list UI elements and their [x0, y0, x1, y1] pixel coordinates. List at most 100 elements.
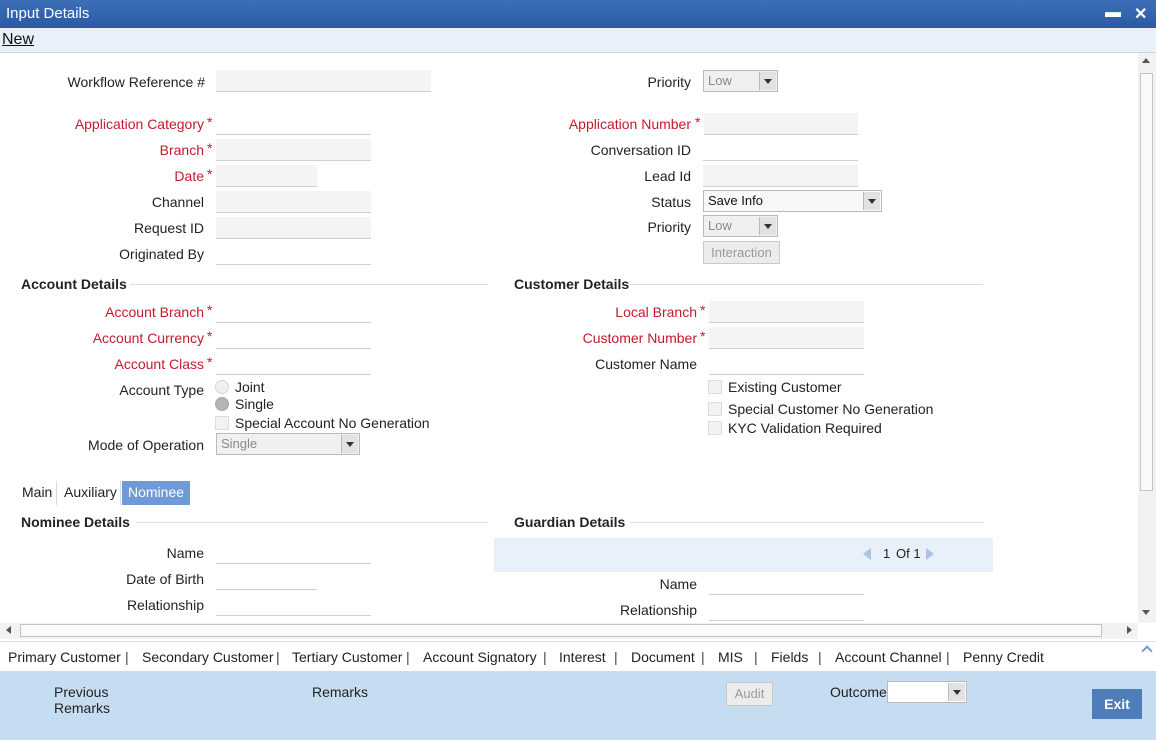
- request-id-input[interactable]: [216, 217, 371, 239]
- lead-id-input[interactable]: [703, 165, 858, 187]
- guardian-name-input[interactable]: [709, 573, 864, 595]
- link-separator: |: [543, 649, 547, 665]
- joint-radio[interactable]: [215, 380, 229, 394]
- workflow-ref-input[interactable]: [216, 70, 431, 92]
- kyc-checkbox[interactable]: [708, 421, 722, 435]
- conversation-id-input[interactable]: [703, 139, 858, 161]
- nominee-dob-input[interactable]: [216, 568, 317, 590]
- vertical-scroll-thumb[interactable]: [1140, 73, 1153, 491]
- remarks-label[interactable]: Remarks: [312, 684, 368, 700]
- required-mark: *: [207, 166, 213, 182]
- previous-remarks-label[interactable]: Previous Remarks: [54, 684, 110, 716]
- branch-label: Branch: [159, 142, 204, 158]
- app-category-label: Application Category: [74, 116, 204, 132]
- single-radio[interactable]: [215, 397, 229, 411]
- mis-link[interactable]: MIS: [718, 649, 743, 665]
- close-icon[interactable]: ✕: [1134, 4, 1147, 24]
- vertical-scrollbar[interactable]: [1138, 53, 1156, 623]
- scroll-up-icon[interactable]: [1142, 58, 1150, 63]
- status-label: Status: [651, 194, 691, 210]
- account-signatory-link[interactable]: Account Signatory: [423, 649, 537, 665]
- nominee-relationship-label: Relationship: [126, 597, 204, 613]
- scroll-down-icon[interactable]: [1142, 610, 1150, 615]
- account-branch-label: Account Branch: [105, 304, 204, 320]
- exit-button[interactable]: Exit: [1092, 689, 1142, 719]
- special-customer-checkbox[interactable]: [708, 402, 722, 416]
- pager-current: 1: [883, 546, 891, 561]
- primary-customer-link[interactable]: Primary Customer: [8, 649, 121, 665]
- customer-name-label: Customer Name: [595, 356, 697, 372]
- date-input[interactable]: [216, 165, 317, 187]
- document-link[interactable]: Document: [631, 649, 695, 665]
- minimize-icon[interactable]: ▬: [1105, 4, 1121, 22]
- guardian-name-label: Name: [659, 576, 697, 592]
- app-category-input[interactable]: [216, 113, 371, 135]
- existing-customer-label: Existing Customer: [728, 379, 842, 395]
- mode-of-operation-select[interactable]: Single: [216, 433, 360, 455]
- account-class-input[interactable]: [216, 353, 371, 375]
- chevron-down-icon: [863, 192, 880, 210]
- penny-credit-link[interactable]: Penny Credit: [963, 649, 1044, 665]
- account-channel-link[interactable]: Account Channel: [835, 649, 942, 665]
- mode-of-operation-value: Single: [221, 436, 258, 451]
- tab-nominee[interactable]: Nominee: [122, 481, 191, 505]
- nominee-name-input[interactable]: [216, 542, 371, 564]
- guardian-relationship-input[interactable]: [709, 599, 864, 621]
- outcome-label: Outcome: [830, 684, 887, 700]
- audit-button[interactable]: Audit: [726, 682, 773, 706]
- tab-auxiliary[interactable]: Auxiliary: [58, 481, 123, 505]
- main-content: Workflow Reference # Priority Low Applic…: [0, 53, 1138, 623]
- scroll-right-icon[interactable]: [1127, 626, 1132, 634]
- local-branch-label: Local Branch: [615, 304, 697, 320]
- next-page-icon[interactable]: [926, 548, 934, 560]
- app-number-label: Application Number: [568, 116, 691, 132]
- status-value: Save Info: [708, 193, 763, 208]
- nominee-details-title: Nominee Details: [21, 514, 130, 530]
- priority-value: Low: [708, 73, 732, 88]
- account-class-label: Account Class: [114, 356, 204, 372]
- kyc-label: KYC Validation Required: [728, 420, 882, 436]
- account-type-label: Account Type: [119, 382, 204, 398]
- required-mark: *: [207, 114, 213, 130]
- required-mark: *: [207, 328, 213, 344]
- channel-input[interactable]: [216, 191, 371, 213]
- interaction-button[interactable]: Interaction: [703, 241, 780, 264]
- chevron-down-icon: [341, 435, 358, 453]
- horizontal-scrollbar[interactable]: [0, 623, 1138, 639]
- section-divider: [136, 522, 488, 523]
- previous-page-icon[interactable]: [863, 548, 871, 560]
- workflow-ref-label: Workflow Reference #: [67, 74, 205, 90]
- outcome-select[interactable]: [887, 681, 967, 703]
- secondary-customer-link[interactable]: Secondary Customer: [142, 649, 274, 665]
- originated-by-input[interactable]: [216, 243, 371, 265]
- account-currency-input[interactable]: [216, 327, 371, 349]
- status-select[interactable]: Save Info: [703, 190, 882, 212]
- customer-number-input[interactable]: [709, 327, 864, 349]
- guardian-details-title: Guardian Details: [514, 514, 626, 530]
- tertiary-customer-link[interactable]: Tertiary Customer: [292, 649, 402, 665]
- request-id-label: Request ID: [133, 220, 204, 236]
- local-branch-input[interactable]: [709, 301, 864, 323]
- priority2-select[interactable]: Low: [703, 215, 778, 237]
- account-branch-input[interactable]: [216, 301, 371, 323]
- scroll-left-icon[interactable]: [6, 626, 11, 634]
- new-link[interactable]: New: [2, 31, 34, 49]
- priority2-value: Low: [708, 218, 732, 233]
- special-account-checkbox[interactable]: [215, 416, 229, 430]
- account-currency-label: Account Currency: [92, 330, 204, 346]
- link-separator: |: [701, 649, 705, 665]
- customer-name-input[interactable]: [709, 353, 864, 375]
- existing-customer-checkbox[interactable]: [708, 380, 722, 394]
- fields-link[interactable]: Fields: [771, 649, 808, 665]
- horizontal-scroll-thumb[interactable]: [20, 624, 1102, 637]
- chevron-down-icon: [759, 217, 776, 235]
- nominee-relationship-input[interactable]: [216, 594, 371, 616]
- priority-select[interactable]: Low: [703, 70, 778, 92]
- nominee-name-label: Name: [166, 545, 204, 561]
- chevron-up-icon[interactable]: [1141, 645, 1153, 657]
- footer-panel: Previous Remarks Remarks Audit Outcome: [0, 671, 1156, 740]
- tab-main[interactable]: Main: [16, 481, 58, 505]
- branch-input[interactable]: [216, 139, 371, 161]
- interest-link[interactable]: Interest: [559, 649, 606, 665]
- app-number-input[interactable]: [704, 113, 858, 135]
